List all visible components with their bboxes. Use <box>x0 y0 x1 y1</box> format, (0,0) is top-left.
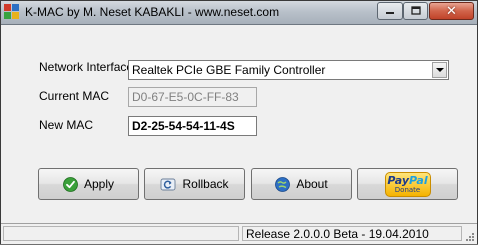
rollback-button[interactable]: Rollback <box>144 168 245 200</box>
release-text: Release 2.0.0.0 Beta - 19.04.2010 <box>246 227 429 241</box>
resize-grip-icon[interactable] <box>463 230 475 242</box>
apply-label: Apply <box>83 177 115 191</box>
network-interface-select[interactable]: Realtek PCIe GBE Family Controller <box>128 60 449 80</box>
main-window: K-MAC by M. Neset KABAKLI - www.neset.co… <box>0 0 478 244</box>
about-label: About <box>296 177 328 191</box>
maximize-button[interactable] <box>403 2 428 20</box>
close-button[interactable]: ✕ <box>429 2 474 20</box>
paypal-donate-label: Donate <box>394 185 421 194</box>
refresh-icon <box>160 177 176 192</box>
maximize-icon <box>410 4 421 18</box>
current-mac-label: Current MAC <box>39 89 110 103</box>
current-mac-field: D0-67-E5-0C-FF-83 <box>128 87 257 107</box>
chevron-down-icon[interactable] <box>432 62 447 78</box>
app-grid-icon <box>4 4 19 19</box>
title-bar[interactable]: K-MAC by M. Neset KABAKLI - www.neset.co… <box>1 1 477 25</box>
paypal-brand-second: Pal <box>409 173 428 187</box>
status-pane-empty <box>3 226 239 241</box>
paypal-donate-button[interactable]: PayPal Donate <box>357 168 458 200</box>
about-button[interactable]: About <box>251 168 352 200</box>
close-icon: ✕ <box>446 3 457 19</box>
network-interface-label: Network Interface <box>39 60 134 74</box>
rollback-label: Rollback <box>182 177 229 191</box>
paypal-brand-first: Pay <box>387 173 410 187</box>
status-bar: Release 2.0.0.0 Beta - 19.04.2010 <box>1 223 477 244</box>
new-mac-input[interactable] <box>128 116 257 136</box>
new-mac-label: New MAC <box>39 118 94 132</box>
info-globe-icon <box>275 176 291 192</box>
apply-button[interactable]: Apply <box>38 168 139 200</box>
paypal-donate-icon: PayPal Donate <box>384 171 431 197</box>
minimize-icon <box>385 4 395 18</box>
network-interface-value: Realtek PCIe GBE Family Controller <box>132 63 326 77</box>
check-circle-icon <box>63 176 78 192</box>
paypal-brand: PayPal <box>387 175 427 186</box>
minimize-button[interactable] <box>377 2 403 20</box>
window-title: K-MAC by M. Neset KABAKLI - www.neset.co… <box>25 5 280 19</box>
